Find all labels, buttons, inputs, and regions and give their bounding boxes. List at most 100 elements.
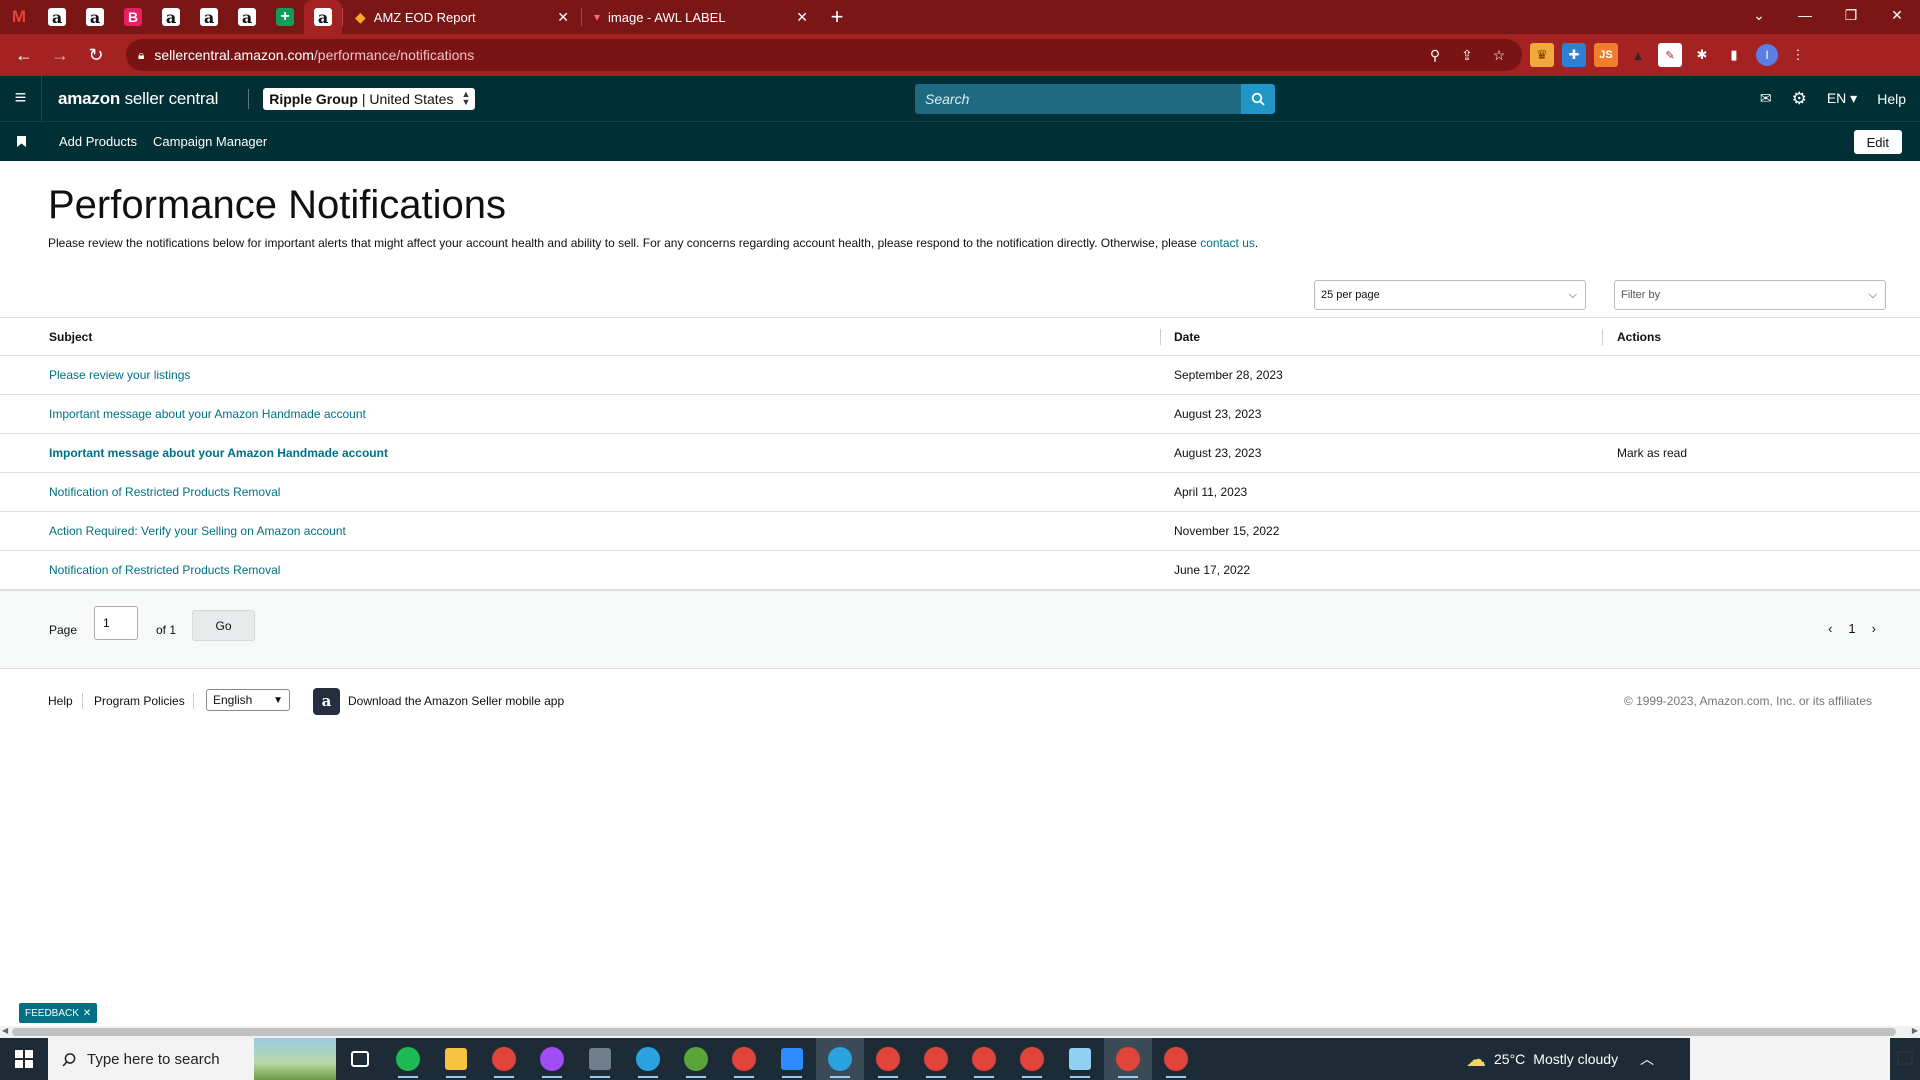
menu-icon[interactable]: ≡ (0, 76, 42, 121)
profile-avatar[interactable]: I (1756, 44, 1778, 66)
taskbar-app[interactable] (1152, 1038, 1200, 1080)
browser-menu-icon[interactable]: ⋮ (1786, 43, 1810, 67)
weather-widget[interactable]: ☁ 25°C Mostly cloudy (1466, 1038, 1618, 1080)
notification-subject-link[interactable]: Please review your listings (49, 368, 190, 382)
mail-icon[interactable]: ✉ (1760, 90, 1772, 107)
scroll-right-icon[interactable]: ▶ (1912, 1026, 1918, 1035)
chevron-up-icon[interactable]: ︿ (1640, 1049, 1654, 1069)
chevron-right-icon[interactable]: › (1872, 621, 1876, 636)
lock-icon[interactable]: 🔒︎ (138, 48, 144, 63)
extension-icon[interactable]: ▲ (1626, 43, 1650, 67)
taskbar-app[interactable] (864, 1038, 912, 1080)
extension-icon[interactable]: JS (1594, 43, 1618, 67)
extension-icon[interactable]: ♛ (1530, 43, 1554, 67)
close-window-icon[interactable]: ✕ (1874, 0, 1920, 30)
per-page-select[interactable]: 25 per page ⌵ (1314, 280, 1586, 310)
pinned-tab[interactable]: a (38, 0, 76, 34)
taskbar-app[interactable] (912, 1038, 960, 1080)
taskbar-app[interactable] (1008, 1038, 1056, 1080)
close-tab-icon[interactable]: ✕ (796, 9, 808, 26)
notification-icon[interactable] (1890, 1038, 1920, 1080)
minimize-icon[interactable]: — (1782, 0, 1828, 30)
bookmark-campaign-manager[interactable]: Campaign Manager (153, 134, 267, 149)
footer-help-link[interactable]: Help (48, 694, 73, 708)
search-input[interactable] (915, 84, 1241, 114)
scrollbar-thumb[interactable] (12, 1028, 1896, 1036)
url-host: sellercentral.amazon.com (154, 47, 314, 63)
file-explorer-icon (445, 1048, 467, 1070)
notification-subject-link[interactable]: Notification of Restricted Products Remo… (49, 485, 280, 499)
pagination-bar: Page of 1 Go ‹ 1 › (0, 590, 1920, 669)
contact-us-link[interactable]: contact us (1200, 236, 1255, 250)
tab-amz-eod-report[interactable]: ◆ AMZ EOD Report ✕ (343, 0, 581, 34)
header-divider (248, 88, 250, 109)
notification-subject-link[interactable]: Important message about your Amazon Hand… (49, 446, 388, 460)
mark-as-read-link[interactable]: Mark as read (1617, 446, 1687, 460)
restore-icon[interactable]: ❐ (1828, 0, 1874, 30)
notification-subject-link[interactable]: Action Required: Verify your Selling on … (49, 524, 346, 538)
filter-select[interactable]: Filter by ⌵ (1614, 280, 1886, 310)
taskbar-app[interactable] (480, 1038, 528, 1080)
chevron-left-icon[interactable]: ‹ (1828, 621, 1832, 636)
bookmark-icon[interactable] (0, 136, 42, 147)
bookmark-star-icon[interactable]: ☆ (1488, 47, 1510, 64)
footer-language-select[interactable]: English ▼ (206, 689, 290, 711)
horizontal-scrollbar[interactable]: ◀ ▶ (0, 1026, 1920, 1038)
help-link[interactable]: Help (1877, 91, 1906, 107)
pinned-tab[interactable]: + (266, 0, 304, 34)
seller-central-logo[interactable]: amazon seller central (58, 89, 218, 109)
taskbar-app[interactable] (1104, 1038, 1152, 1080)
share-icon[interactable]: ⇪ (1456, 47, 1478, 64)
account-switcher[interactable]: Ripple Group | United States ▲ ▼ (263, 87, 476, 110)
pinned-tab[interactable]: a (304, 0, 342, 34)
notification-subject-link[interactable]: Important message about your Amazon Hand… (49, 407, 366, 421)
windows-start-button[interactable] (0, 1038, 48, 1080)
back-icon[interactable]: ← (8, 39, 40, 71)
pinned-tab[interactable]: a (76, 0, 114, 34)
taskbar-app[interactable] (624, 1038, 672, 1080)
pinned-tab[interactable]: B (114, 0, 152, 34)
scroll-left-icon[interactable]: ◀ (2, 1026, 8, 1035)
taskbar-app[interactable] (1056, 1038, 1104, 1080)
taskbar-app[interactable] (528, 1038, 576, 1080)
taskbar-app[interactable] (384, 1038, 432, 1080)
page-number-input[interactable] (94, 606, 138, 640)
go-button[interactable]: Go (192, 610, 255, 641)
side-panel-icon[interactable]: ▮ (1722, 43, 1746, 67)
mobile-app-link[interactable]: a Download the Amazon Seller mobile app (313, 687, 564, 715)
gear-icon[interactable]: ⚙ (1792, 89, 1807, 109)
taskbar-search[interactable]: Type here to search (48, 1038, 336, 1080)
pinned-tab[interactable]: a (190, 0, 228, 34)
extension-icon[interactable]: ✚ (1562, 43, 1586, 67)
new-tab-button[interactable]: + (820, 0, 854, 34)
pinned-tab[interactable]: a (228, 0, 266, 34)
taskbar-app[interactable] (768, 1038, 816, 1080)
current-page[interactable]: 1 (1848, 621, 1855, 636)
edit-bookmarks-button[interactable]: Edit (1853, 130, 1902, 154)
close-icon[interactable]: ✕ (83, 1008, 91, 1019)
program-policies-link[interactable]: Program Policies (94, 694, 185, 708)
bookmark-add-products[interactable]: Add Products (59, 134, 137, 149)
taskbar-app[interactable] (720, 1038, 768, 1080)
taskbar-app[interactable] (432, 1038, 480, 1080)
taskbar-app[interactable] (816, 1038, 864, 1080)
extension-icon[interactable]: ✎ (1658, 43, 1682, 67)
taskbar-app[interactable] (336, 1038, 384, 1080)
feedback-button[interactable]: FEEDBACK ✕ (19, 1003, 98, 1023)
address-bar[interactable]: 🔒︎ sellercentral.amazon.com/performance/… (126, 39, 1522, 71)
close-tab-icon[interactable]: ✕ (557, 9, 569, 26)
tab-search-icon[interactable]: ⌄ (1736, 0, 1782, 30)
forward-icon[interactable]: → (44, 39, 76, 71)
taskbar-app[interactable] (576, 1038, 624, 1080)
pinned-tab[interactable]: a (152, 0, 190, 34)
zoom-icon[interactable]: ⚲ (1424, 47, 1446, 64)
tab-image-awl-label[interactable]: ▾ image - AWL LABEL ✕ (582, 0, 820, 34)
reload-icon[interactable]: ↻ (80, 39, 112, 71)
taskbar-app[interactable] (672, 1038, 720, 1080)
pinned-tab[interactable]: M (0, 0, 38, 34)
extensions-puzzle-icon[interactable]: ✱ (1690, 43, 1714, 67)
language-selector[interactable]: EN ▾ (1827, 90, 1857, 107)
notification-subject-link[interactable]: Notification of Restricted Products Remo… (49, 563, 280, 577)
search-button[interactable] (1241, 84, 1275, 114)
taskbar-app[interactable] (960, 1038, 1008, 1080)
